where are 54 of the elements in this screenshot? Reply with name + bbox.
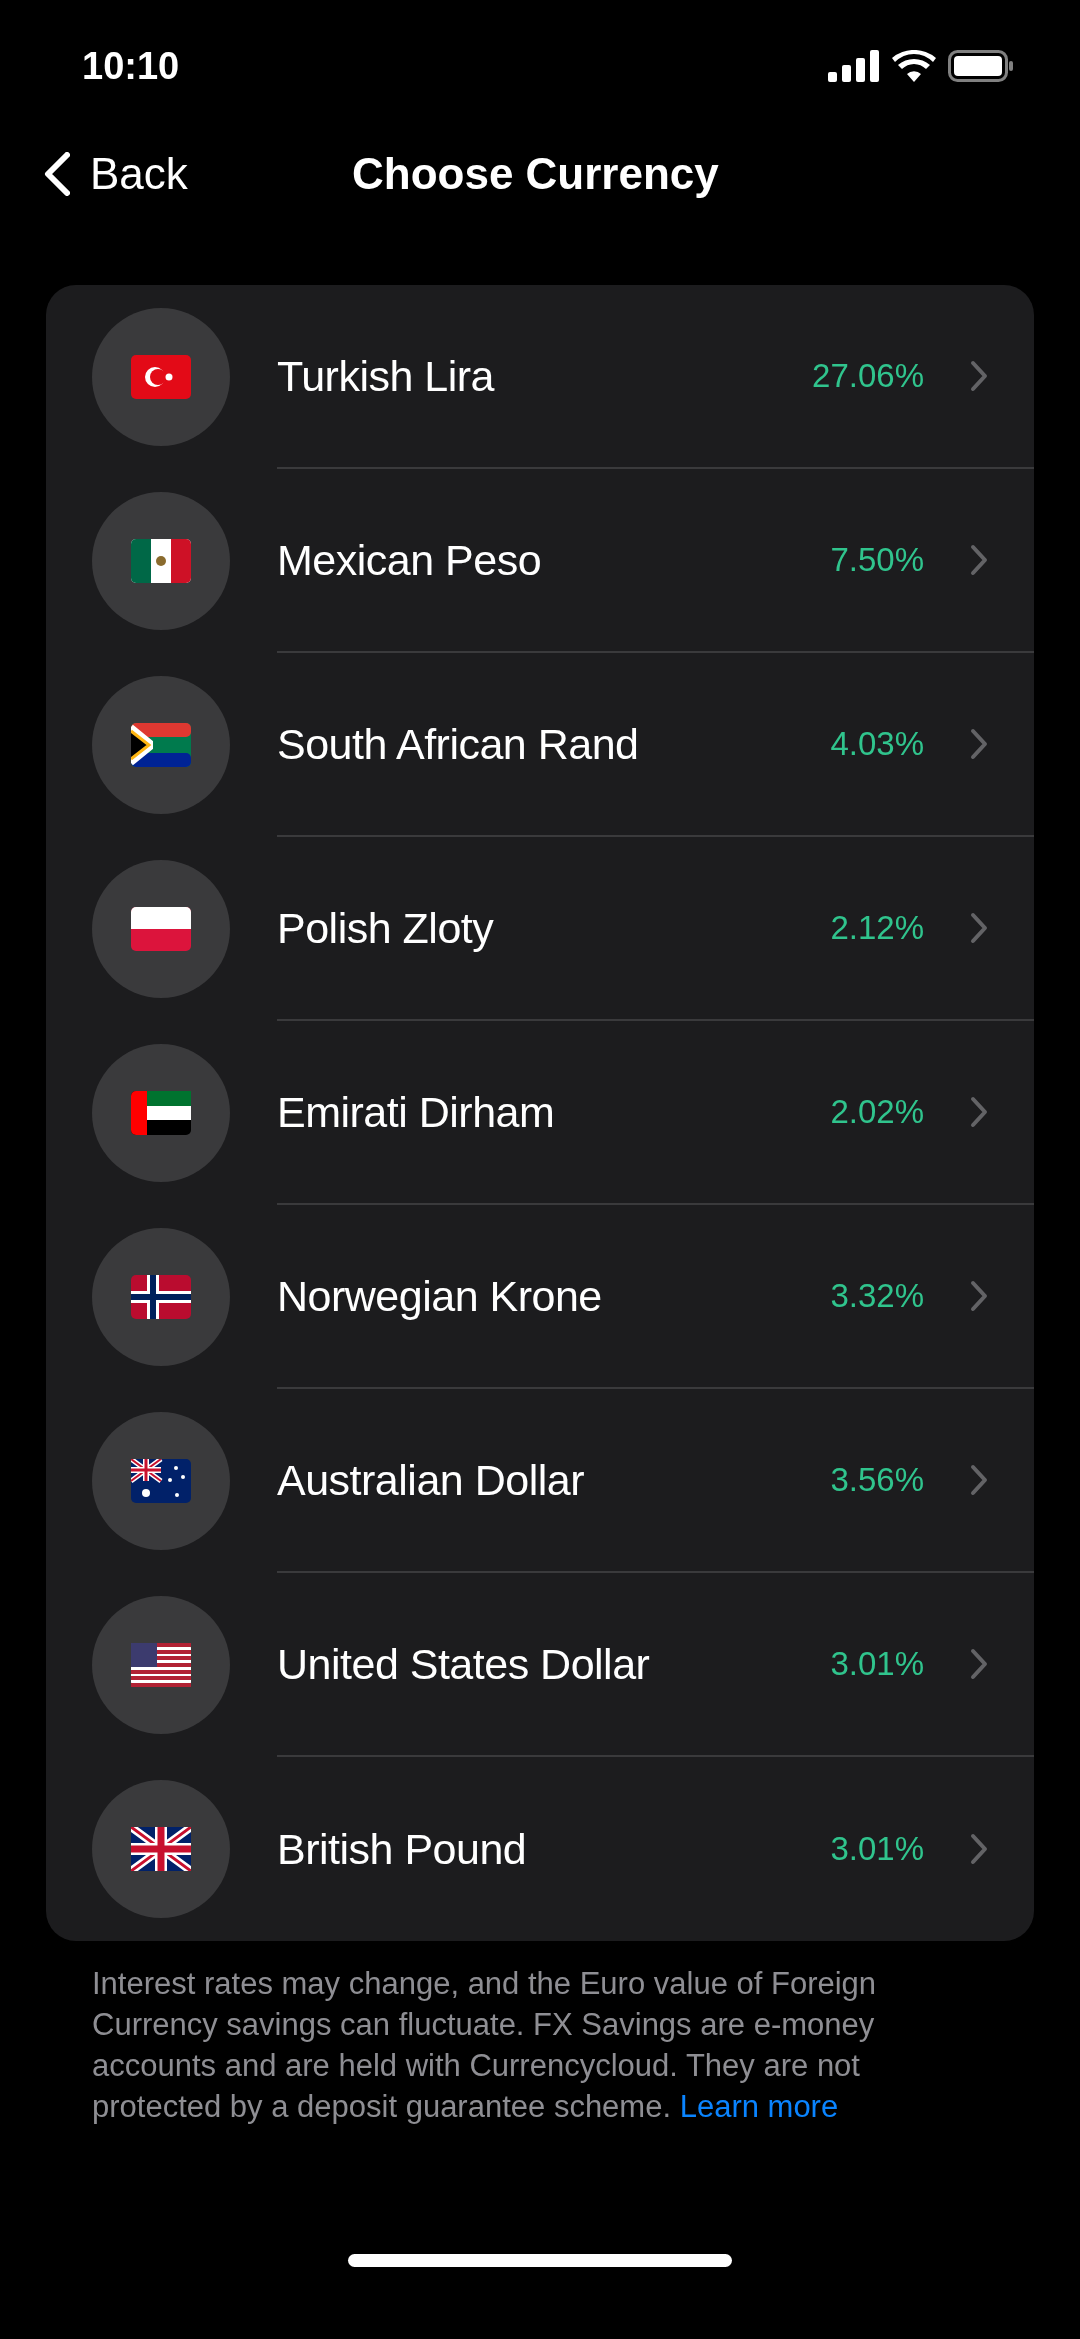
currency-name: South African Rand xyxy=(277,718,640,770)
learn-more-link[interactable]: Learn more xyxy=(679,2089,839,2124)
disclaimer-text: Interest rates may change, and the Euro value of Foreign Currency savings can fluctuate. FX Savings are e-money accounts and are held with Currencycloud. They are not protected by a deposit guarantee scheme. Learn more xyxy=(92,1965,878,2126)
flag-icon xyxy=(131,1459,191,1503)
currency-row[interactable]: Australian Dollar 3.56% xyxy=(46,1389,1034,1573)
flag-icon xyxy=(131,907,191,951)
chevron-right-icon xyxy=(970,1464,988,1496)
interest-rate: 3.01% xyxy=(830,1644,924,1685)
currency-name: United States Dollar xyxy=(277,1638,651,1690)
interest-rate: 7.50% xyxy=(830,540,924,581)
currency-row[interactable]: South African Rand 4.03% xyxy=(46,653,1034,837)
currency-row[interactable]: Norwegian Krone 3.32% xyxy=(46,1205,1034,1389)
currency-row[interactable]: Emirati Dirham 2.02% xyxy=(46,1021,1034,1205)
interest-rate: 27.06% xyxy=(812,356,924,397)
interest-rate: 2.02% xyxy=(830,1092,924,1133)
interest-rate: 3.01% xyxy=(830,1829,924,1870)
currency-name: Norwegian Krone xyxy=(277,1270,603,1322)
page-title: Choose Currency xyxy=(352,148,719,200)
flag-icon xyxy=(131,1091,191,1135)
chevron-right-icon xyxy=(970,1096,988,1128)
interest-rate: 3.56% xyxy=(830,1460,924,1501)
currency-name: Polish Zloty xyxy=(277,902,495,954)
currency-row[interactable]: Mexican Peso 7.50% xyxy=(46,469,1034,653)
interest-rate: 4.03% xyxy=(830,724,924,765)
flag-icon xyxy=(131,1827,191,1871)
chevron-right-icon xyxy=(970,360,988,392)
currency-name: Australian Dollar xyxy=(277,1454,585,1506)
chevron-right-icon xyxy=(970,544,988,576)
chevron-right-icon xyxy=(970,728,988,760)
currency-row[interactable]: United States Dollar 3.01% xyxy=(46,1573,1034,1757)
wifi-icon xyxy=(892,50,936,82)
interest-rate: 3.32% xyxy=(830,1276,924,1317)
flag-icon xyxy=(131,723,191,767)
currency-name: British Pound xyxy=(277,1823,528,1875)
signal-icon xyxy=(828,50,880,82)
chevron-left-icon xyxy=(44,152,70,196)
battery-icon xyxy=(948,50,1014,82)
currency-row[interactable]: Polish Zloty 2.12% xyxy=(46,837,1034,1021)
currency-row[interactable]: British Pound 3.01% xyxy=(46,1757,1034,1941)
flag-icon xyxy=(131,1643,191,1687)
chevron-right-icon xyxy=(970,1833,988,1865)
chevron-right-icon xyxy=(970,1280,988,1312)
chevron-right-icon xyxy=(970,912,988,944)
interest-rate: 2.12% xyxy=(830,908,924,949)
status-time: 10:10 xyxy=(82,43,180,89)
currency-name: Turkish Lira xyxy=(277,350,496,402)
currency-name: Emirati Dirham xyxy=(277,1086,556,1138)
flag-icon xyxy=(131,355,191,399)
currency-name: Mexican Peso xyxy=(277,534,543,586)
flag-icon xyxy=(131,1275,191,1319)
flag-icon xyxy=(131,539,191,583)
chevron-right-icon xyxy=(970,1648,988,1680)
currency-row[interactable]: Turkish Lira 27.06% xyxy=(46,285,1034,469)
back-button[interactable]: Back xyxy=(44,141,188,207)
